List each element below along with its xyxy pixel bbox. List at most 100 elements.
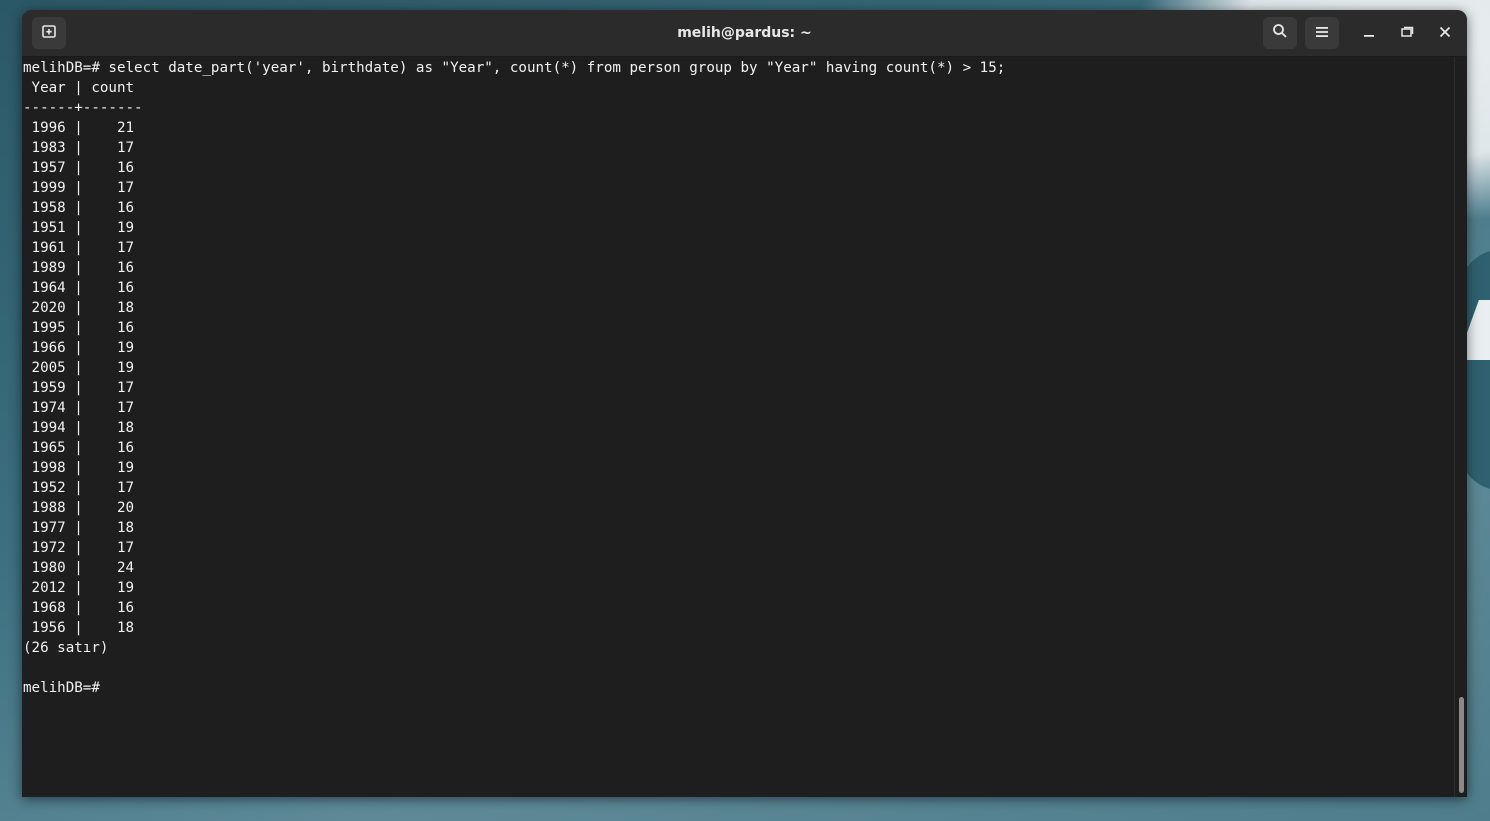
row-column-separator: |: [65, 260, 117, 276]
row-column-separator: |: [65, 120, 117, 136]
row-count: 18: [116, 420, 135, 436]
vertical-scrollbar[interactable]: [1454, 57, 1467, 797]
row-year: 1977: [31, 520, 66, 536]
result-row: 1952 | 17: [22, 477, 1454, 497]
row-count: 16: [116, 280, 135, 296]
terminal-window: melih@pardus: ~ melihDB=# select date_pa…: [22, 10, 1467, 797]
result-header-line: Year | count: [23, 80, 135, 96]
close-button[interactable]: [1430, 17, 1460, 49]
row-year: 1958: [31, 200, 66, 216]
result-row: 1996 | 21: [22, 117, 1454, 137]
row-count: 16: [116, 260, 135, 276]
row-year: 1995: [31, 320, 66, 336]
row-year: 1980: [31, 560, 66, 576]
row-column-separator: |: [65, 360, 117, 376]
row-year: 2005: [31, 360, 66, 376]
result-row: 1956 | 18: [22, 617, 1454, 637]
search-button[interactable]: [1263, 17, 1297, 49]
row-count: 17: [116, 180, 135, 196]
result-row: 1961 | 17: [22, 237, 1454, 257]
row-column-separator: |: [65, 500, 117, 516]
row-column-separator: |: [65, 440, 117, 456]
row-count: 17: [116, 480, 135, 496]
row-column-separator: |: [65, 460, 117, 476]
window-title: melih@pardus: ~: [677, 25, 812, 41]
row-count: 21: [116, 120, 135, 136]
row-year: 1983: [31, 140, 66, 156]
row-column-separator: |: [65, 320, 117, 336]
row-year: 1966: [31, 340, 66, 356]
result-row: 1974 | 17: [22, 397, 1454, 417]
terminal-output-area[interactable]: melihDB=# select date_part('year', birth…: [22, 57, 1454, 797]
row-column-separator: |: [65, 220, 117, 236]
row-year: 1994: [31, 420, 66, 436]
row-column-separator: |: [65, 380, 117, 396]
row-count: 16: [116, 440, 135, 456]
row-column-separator: |: [65, 240, 117, 256]
prompt-line[interactable]: melihDB=#: [22, 677, 1454, 697]
result-row: 1980 | 24: [22, 557, 1454, 577]
row-column-separator: |: [65, 340, 117, 356]
row-year: 1996: [31, 120, 66, 136]
row-count: 17: [116, 140, 135, 156]
row-column-separator: |: [65, 200, 117, 216]
row-year: 1956: [31, 620, 66, 636]
row-column-separator: |: [65, 520, 117, 536]
row-year: 1951: [31, 220, 66, 236]
result-row: 1966 | 19: [22, 337, 1454, 357]
row-count-line: (26 satır): [23, 640, 109, 656]
row-count: 24: [116, 560, 135, 576]
result-row: 1957 | 16: [22, 157, 1454, 177]
title-bar[interactable]: melih@pardus: ~: [22, 10, 1467, 57]
result-row: 1998 | 19: [22, 457, 1454, 477]
hamburger-menu-icon: [1315, 24, 1329, 43]
row-count: 16: [116, 200, 135, 216]
minimize-button[interactable]: [1354, 17, 1384, 49]
row-count: 19: [116, 220, 135, 236]
close-icon: [1438, 24, 1452, 43]
menu-button[interactable]: [1305, 17, 1339, 49]
row-count: 17: [116, 540, 135, 556]
row-count: 16: [116, 320, 135, 336]
minimize-icon: [1362, 24, 1376, 43]
row-year: 2020: [31, 300, 66, 316]
maximize-icon: [1400, 24, 1414, 43]
row-count: 19: [116, 460, 135, 476]
row-count: 19: [116, 580, 135, 596]
prompt-text: melihDB=#: [23, 680, 100, 696]
row-column-separator: |: [65, 540, 117, 556]
row-column-separator: |: [65, 620, 117, 636]
row-count: 18: [116, 520, 135, 536]
result-row: 1968 | 16: [22, 597, 1454, 617]
result-row: 1977 | 18: [22, 517, 1454, 537]
result-rows: 1996 | 21 1983 | 17 1957 | 16 1999 | 17 …: [22, 117, 1454, 637]
row-count: 16: [116, 600, 135, 616]
maximize-button[interactable]: [1392, 17, 1422, 49]
row-count: 17: [116, 400, 135, 416]
row-year: 1988: [31, 500, 66, 516]
result-row: 1972 | 17: [22, 537, 1454, 557]
scrollbar-thumb[interactable]: [1459, 697, 1464, 793]
result-separator-line: ------+-------: [23, 100, 143, 116]
row-count: 17: [116, 380, 135, 396]
result-row: 2012 | 19: [22, 577, 1454, 597]
row-year: 1961: [31, 240, 66, 256]
row-year: 1972: [31, 540, 66, 556]
row-year: 1999: [31, 180, 66, 196]
new-tab-button[interactable]: [32, 17, 66, 49]
row-column-separator: |: [65, 180, 117, 196]
row-column-separator: |: [65, 160, 117, 176]
row-year: 1989: [31, 260, 66, 276]
row-count: 17: [116, 240, 135, 256]
result-row: 1965 | 16: [22, 437, 1454, 457]
row-year: 1968: [31, 600, 66, 616]
new-tab-icon: [41, 23, 57, 43]
result-row: 1958 | 16: [22, 197, 1454, 217]
result-row: 1999 | 17: [22, 177, 1454, 197]
result-row: 2005 | 19: [22, 357, 1454, 377]
result-row: 1959 | 17: [22, 377, 1454, 397]
result-row: 1988 | 20: [22, 497, 1454, 517]
row-count: 18: [116, 620, 135, 636]
row-column-separator: |: [65, 140, 117, 156]
